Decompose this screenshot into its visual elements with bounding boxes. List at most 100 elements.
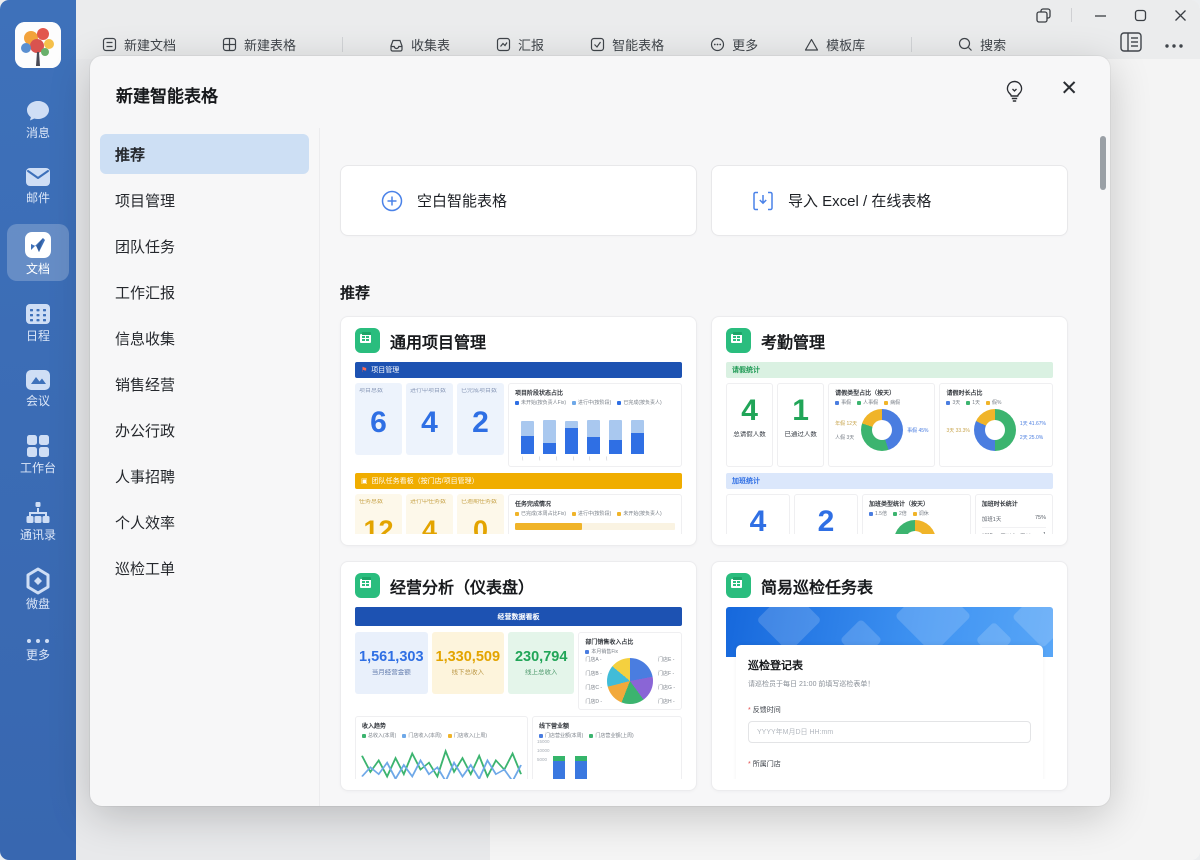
horizontal-bar-chart bbox=[515, 523, 675, 534]
sidebar-item-docs[interactable]: 文档 bbox=[7, 224, 69, 281]
create-actions: 空白智能表格 导入 Excel / 在线表格 bbox=[340, 165, 1068, 236]
legend-item: 已完成(本周占比Fix) bbox=[515, 510, 566, 517]
sidebar-item-label: 邮件 bbox=[26, 192, 50, 204]
donut-chart-panel: 加班类型统计（按天） 1.5倍 2倍 调休 调休 40% bbox=[862, 494, 971, 534]
template-card-project-management[interactable]: 通用项目管理 ⚑项目管理 项目总数6 进行中项目数4 bbox=[340, 316, 697, 546]
grouped-bar-chart bbox=[539, 742, 675, 779]
template-preview: ⚑项目管理 项目总数6 进行中项目数4 已完成项目数2 bbox=[355, 362, 682, 534]
calendar-icon bbox=[25, 302, 51, 326]
template-card-business-analysis[interactable]: 经营分析（仪表盘） 经营数据看板 1,561,303当月经营金额 1,330,5… bbox=[340, 561, 697, 791]
category-work-report[interactable]: 工作汇报 bbox=[100, 272, 309, 312]
stat-tile: 已逾期任务数0 bbox=[457, 494, 504, 534]
stat-tile: 任务总数12 bbox=[355, 494, 402, 534]
legend-item: 2倍 bbox=[893, 510, 907, 517]
sidebar-item-messages[interactable]: 消息 bbox=[7, 92, 69, 145]
template-card-title: 通用项目管理 bbox=[390, 329, 486, 353]
form-sheet: 巡检登记表 请巡检员于每日 21:00 前填写巡检表单！ *反馈时间 YYYY年… bbox=[736, 645, 1043, 779]
donut-chart bbox=[861, 409, 903, 451]
stat-tile: 进行中任务数4 bbox=[406, 494, 453, 534]
sidebar-item-label: 微盘 bbox=[26, 598, 50, 610]
legend-item: 总收入(本周) bbox=[362, 732, 396, 739]
template-card-title: 经营分析（仪表盘） bbox=[390, 574, 534, 598]
pie-chart-panel: 部门销售收入占比 本月销售Fix 门店A -门店B - 门店C -门店D - bbox=[578, 632, 682, 710]
legend-item: 门店收入(上周) bbox=[448, 732, 487, 739]
donut-chart-panel: 请假时长占比 3天 1天 假% 3天 33.3% bbox=[939, 383, 1053, 467]
mini-hbar-chart-panel: 任务完成情况 已完成(本周占比Fix) 进行中(按阶段) 未开始(按负责人) bbox=[508, 494, 682, 534]
sidebar-item-label: 消息 bbox=[26, 127, 50, 139]
legend-item: 进行中(按阶段) bbox=[572, 510, 611, 517]
sidebar-item-meeting[interactable]: 会议 bbox=[7, 362, 69, 413]
template-card-attendance[interactable]: 考勤管理 请假统计 4总请假人数 1已通过人数 bbox=[711, 316, 1068, 546]
smart-table-icon bbox=[726, 573, 751, 598]
modal-scrollbar-thumb[interactable] bbox=[1100, 136, 1106, 190]
stat-tile: 项目总数6 bbox=[355, 383, 402, 455]
template-preview: 经营数据看板 1,561,303当月经营金额 1,330,509线下总收入 23… bbox=[355, 607, 682, 779]
mail-icon bbox=[25, 166, 51, 188]
stat-tile: 230,794线上总收入 bbox=[508, 632, 574, 694]
sidebar-item-drive[interactable]: 微盘 bbox=[7, 561, 69, 616]
sidebar-item-mail[interactable]: 邮件 bbox=[7, 159, 69, 210]
drive-icon bbox=[26, 568, 50, 594]
legend-item: 未开始(按负责人) bbox=[617, 510, 661, 517]
legend-item: 门店收入(本周) bbox=[402, 732, 441, 739]
modal-body: 推荐 项目管理 团队任务 工作汇报 信息收集 销售经营 办公行政 人事招聘 个人… bbox=[90, 128, 1110, 806]
app-sidebar: 消息 邮件 文档 bbox=[0, 0, 76, 860]
sidebar-item-label: 更多 bbox=[26, 649, 50, 661]
mini-list-panel: 加班时长统计 加班1天75% 加班0.5天以上1天以...1 加班0.5天以下1 bbox=[975, 494, 1053, 534]
donut-chart-panel: 请假类型占比（按天） 事假 人事假 病假 年假 12天人假 3天 bbox=[828, 383, 935, 467]
stat-tile: 4总请假人数 bbox=[726, 383, 773, 467]
list-item: 加班0.5天以上1天以...1 bbox=[982, 528, 1046, 534]
category-inspection-ticket[interactable]: 巡检工单 bbox=[100, 548, 309, 588]
template-card-title: 考勤管理 bbox=[761, 329, 825, 353]
import-excel-button[interactable]: 导入 Excel / 在线表格 bbox=[711, 165, 1068, 236]
donut-chart bbox=[894, 520, 936, 534]
category-office-admin[interactable]: 办公行政 bbox=[100, 410, 309, 450]
form-field-label: *所属门店 bbox=[748, 759, 1031, 769]
avatar[interactable] bbox=[15, 22, 61, 68]
import-excel-label: 导入 Excel / 在线表格 bbox=[788, 190, 931, 211]
sidebar-item-calendar[interactable]: 日程 bbox=[7, 295, 69, 348]
line-chart bbox=[362, 742, 521, 779]
template-category-menu: 推荐 项目管理 团队任务 工作汇报 信息收集 销售经营 办公行政 人事招聘 个人… bbox=[90, 128, 320, 806]
smart-table-icon bbox=[355, 573, 380, 598]
stat-tile: 进行中项目数4 bbox=[406, 383, 453, 455]
category-project-management[interactable]: 项目管理 bbox=[100, 180, 309, 220]
modal-header: 新建智能表格 ✕ bbox=[90, 56, 1110, 128]
template-card-grid: 通用项目管理 ⚑项目管理 项目总数6 进行中项目数4 bbox=[340, 316, 1068, 791]
legend-item: 进行中(按阶段) bbox=[572, 399, 611, 406]
sidebar-item-workbench[interactable]: 工作台 bbox=[7, 427, 69, 480]
tips-button[interactable] bbox=[1005, 80, 1024, 107]
legend-item: 已完成(按负责人) bbox=[617, 399, 661, 406]
blank-smart-sheet-button[interactable]: 空白智能表格 bbox=[340, 165, 697, 236]
bar-chart-panel: 线下营业额 门店营业额(本周) 门店营业额(上周) 15000100005000 bbox=[532, 716, 682, 779]
template-card-title: 简易巡检任务表 bbox=[761, 574, 873, 598]
template-preview: 请假统计 4总请假人数 1已通过人数 请假类型占比（按天） bbox=[726, 362, 1053, 534]
new-smart-sheet-modal: 新建智能表格 ✕ 推荐 项目管理 团队任务 工作汇报 信息收集 销售经营 bbox=[90, 56, 1110, 806]
sidebar-item-label: 会议 bbox=[26, 395, 50, 407]
sidebar-nav: 消息 邮件 文档 bbox=[0, 92, 76, 681]
blank-smart-sheet-label: 空白智能表格 bbox=[417, 190, 507, 211]
legend-item: 1.5倍 bbox=[869, 510, 887, 517]
stat-tile: 1,330,509线下总收入 bbox=[432, 632, 505, 694]
sidebar-item-more[interactable]: 更多 bbox=[7, 630, 69, 667]
sidebar-item-contacts[interactable]: 通讯录 bbox=[7, 494, 69, 547]
smart-table-icon bbox=[726, 328, 751, 353]
pie-chart bbox=[607, 658, 653, 704]
legend-item: 门店营业额(本周) bbox=[539, 732, 583, 739]
form-field-input: YYYY年M月D日 HH:mm bbox=[748, 721, 1031, 743]
docs-icon bbox=[24, 231, 52, 259]
legend-item: 人事假 bbox=[857, 399, 878, 406]
legend-item: 未开始(按负责人Fix) bbox=[515, 399, 566, 406]
category-personal-efficiency[interactable]: 个人效率 bbox=[100, 502, 309, 542]
app-window: 消息 邮件 文档 bbox=[0, 0, 1200, 860]
category-recommended[interactable]: 推荐 bbox=[100, 134, 309, 174]
meeting-icon bbox=[25, 369, 51, 391]
category-info-collection[interactable]: 信息收集 bbox=[100, 318, 309, 358]
legend-item: 1天 bbox=[966, 399, 980, 406]
category-sales[interactable]: 销售经营 bbox=[100, 364, 309, 404]
category-hr-recruiting[interactable]: 人事招聘 bbox=[100, 456, 309, 496]
category-team-tasks[interactable]: 团队任务 bbox=[100, 226, 309, 266]
modal-close-button[interactable]: ✕ bbox=[1060, 78, 1078, 99]
chat-bubble-icon bbox=[25, 99, 51, 123]
template-card-inspection-form[interactable]: 简易巡检任务表 巡检登记表 bbox=[711, 561, 1068, 791]
